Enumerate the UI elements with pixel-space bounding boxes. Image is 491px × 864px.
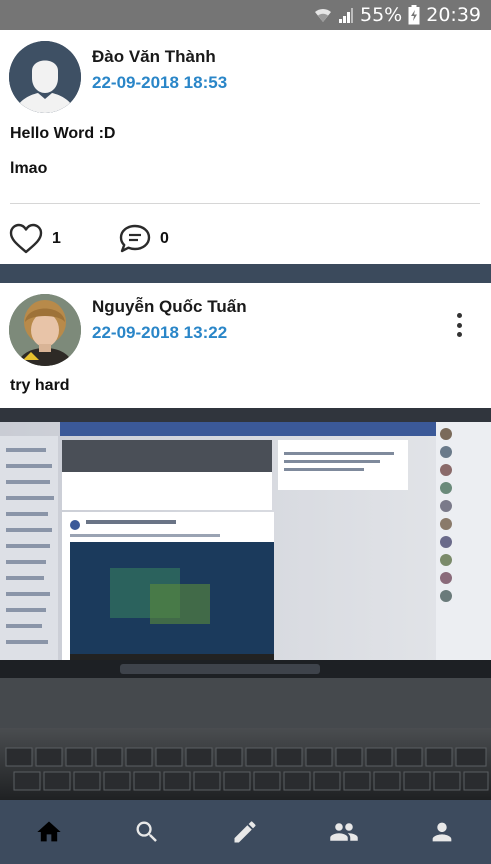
divider bbox=[10, 203, 480, 204]
post-text: try hard bbox=[10, 377, 70, 394]
dot bbox=[456, 332, 462, 337]
post-timestamp: 22-09-2018 18:53 bbox=[92, 73, 228, 92]
post-text: lmao bbox=[10, 160, 48, 177]
comment-button[interactable]: 0 bbox=[118, 223, 169, 255]
bottom-navigation bbox=[0, 800, 491, 864]
search-icon bbox=[136, 821, 158, 842]
person-icon bbox=[432, 822, 452, 842]
nav-compose[interactable] bbox=[196, 800, 294, 864]
comment-icon bbox=[119, 224, 151, 253]
like-count: 1 bbox=[52, 230, 61, 247]
wifi-icon bbox=[315, 8, 331, 22]
post-card: Nguyễn Quốc Tuấn 22-09-2018 13:22 try ha… bbox=[0, 283, 491, 800]
home-icon bbox=[37, 821, 61, 842]
battery-icon bbox=[408, 5, 420, 25]
comment-count: 0 bbox=[160, 230, 169, 247]
more-options-button[interactable] bbox=[449, 311, 469, 339]
dot bbox=[456, 322, 462, 328]
like-button[interactable]: 1 bbox=[8, 223, 61, 255]
post-card: Đào Văn Thành 22-09-2018 18:53 Hello Wor… bbox=[0, 30, 491, 264]
nav-profile[interactable] bbox=[393, 800, 491, 864]
post-feed[interactable]: Đào Văn Thành 22-09-2018 18:53 Hello Wor… bbox=[0, 30, 491, 800]
status-bar: 55% 20:39 bbox=[0, 0, 491, 30]
post-timestamp: 22-09-2018 13:22 bbox=[92, 323, 228, 342]
nav-search[interactable] bbox=[98, 800, 196, 864]
pencil-icon bbox=[234, 821, 256, 843]
nav-home[interactable] bbox=[0, 800, 98, 864]
battery-percent: 55% bbox=[360, 4, 403, 26]
dot bbox=[456, 313, 462, 318]
signal-icon bbox=[339, 8, 353, 23]
profile-photo bbox=[9, 294, 81, 366]
nav-friends[interactable] bbox=[295, 800, 393, 864]
people-icon bbox=[329, 823, 358, 841]
clock: 20:39 bbox=[426, 4, 481, 26]
author-name[interactable]: Đào Văn Thành bbox=[92, 47, 216, 67]
heart-icon bbox=[9, 223, 43, 254]
post-text: Hello Word :D bbox=[10, 125, 116, 142]
default-avatar-icon bbox=[9, 41, 81, 113]
avatar[interactable] bbox=[9, 41, 81, 113]
author-name[interactable]: Nguyễn Quốc Tuấn bbox=[92, 297, 247, 317]
status-indicators: 55% 20:39 bbox=[314, 3, 481, 27]
laptop-screen-photo bbox=[0, 408, 491, 800]
avatar[interactable] bbox=[9, 294, 81, 366]
post-photo[interactable] bbox=[0, 408, 491, 800]
